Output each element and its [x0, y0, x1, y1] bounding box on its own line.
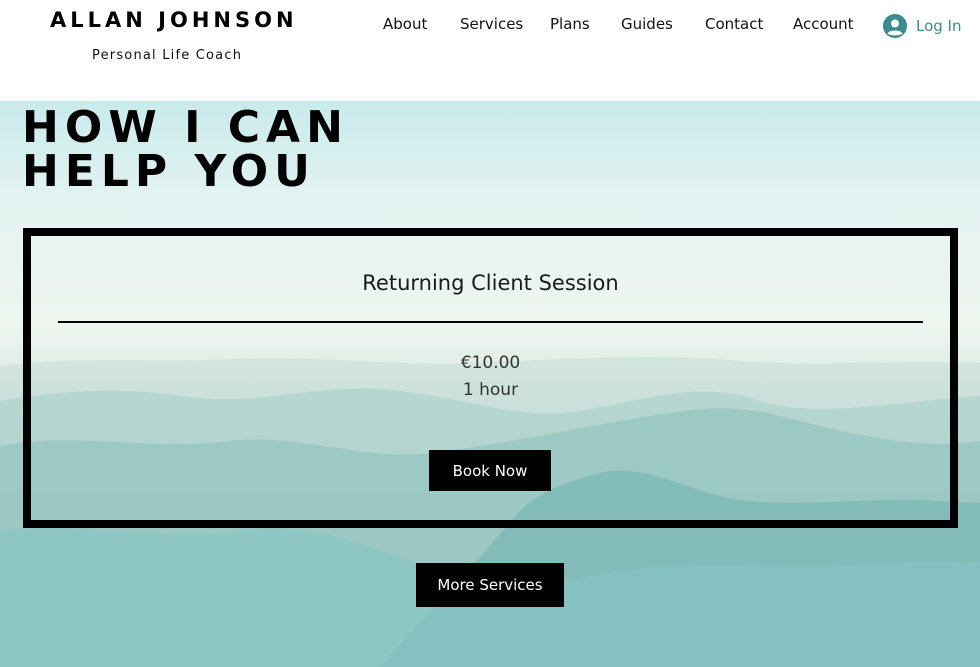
nav-item-account[interactable]: Account: [793, 15, 854, 37]
nav-item-contact[interactable]: Contact: [705, 15, 763, 37]
heading-line-1: HOW I CAN: [22, 102, 349, 153]
nav-item-guides[interactable]: Guides: [621, 15, 673, 37]
nav-item-plans[interactable]: Plans: [550, 15, 590, 37]
section-heading: HOW I CAN HELP YOU: [22, 106, 349, 194]
more-services-button[interactable]: More Services: [416, 563, 564, 607]
nav-item-about[interactable]: About: [383, 15, 427, 37]
brand-name[interactable]: ALLAN JOHNSON: [50, 8, 298, 32]
login-button[interactable]: Log In: [883, 13, 962, 39]
service-name[interactable]: Returning Client Session: [31, 271, 950, 295]
user-avatar-icon: [883, 14, 907, 38]
service-card: Returning Client Session €10.00 1 hour B…: [23, 228, 958, 528]
services-hero: HOW I CAN HELP YOU Returning Client Sess…: [0, 101, 980, 667]
divider: [58, 321, 923, 323]
service-duration: 1 hour: [462, 380, 519, 400]
brand-tagline: Personal Life Coach: [92, 48, 243, 63]
login-label: Log In: [916, 17, 962, 35]
heading-line-2: HELP YOU: [22, 146, 316, 197]
site-header: ALLAN JOHNSON Personal Life Coach About …: [0, 0, 980, 101]
nav-item-services[interactable]: Services: [460, 15, 523, 37]
book-now-button[interactable]: Book Now: [429, 450, 551, 491]
service-price: €10.00: [460, 353, 521, 373]
